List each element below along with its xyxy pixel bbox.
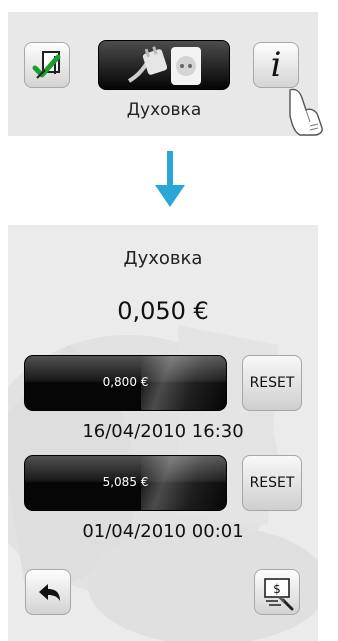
- device-title: Духовка: [123, 248, 203, 269]
- cost-settings-button[interactable]: $: [254, 569, 300, 615]
- confirm-button[interactable]: [24, 42, 70, 88]
- back-button[interactable]: [25, 569, 71, 615]
- counter-value: 0,800 €: [102, 375, 149, 389]
- counter-value: 5,085 €: [102, 475, 149, 489]
- info-icon: i: [270, 45, 282, 85]
- instruction-panel: i Духовка: [8, 12, 323, 136]
- counter-date-2: 01/04/2010 00:01: [82, 521, 244, 542]
- back-arrow-icon: [39, 584, 60, 601]
- check-document-icon: [32, 51, 61, 79]
- total-cost: 0,050 €: [117, 297, 209, 325]
- device-button[interactable]: [98, 40, 230, 90]
- energy-cost-screen: Духовка 0,050 € 0,800 € RESET 16/04/2010…: [8, 225, 318, 641]
- money-settings-icon: $: [264, 578, 294, 611]
- info-button[interactable]: i: [253, 42, 299, 88]
- down-arrow-icon: [155, 151, 185, 207]
- reset-button-1[interactable]: RESET: [242, 355, 302, 411]
- partial-counter-2: 5,085 €: [24, 455, 227, 511]
- svg-text:$: $: [273, 582, 281, 596]
- plug-socket-icon: [127, 46, 201, 85]
- device-label: Духовка: [126, 100, 202, 120]
- reset-button-2[interactable]: RESET: [242, 455, 302, 511]
- partial-counter-1: 0,800 €: [24, 355, 227, 411]
- hand-pointer-icon: [289, 88, 323, 136]
- counter-date-1: 16/04/2010 16:30: [82, 421, 244, 442]
